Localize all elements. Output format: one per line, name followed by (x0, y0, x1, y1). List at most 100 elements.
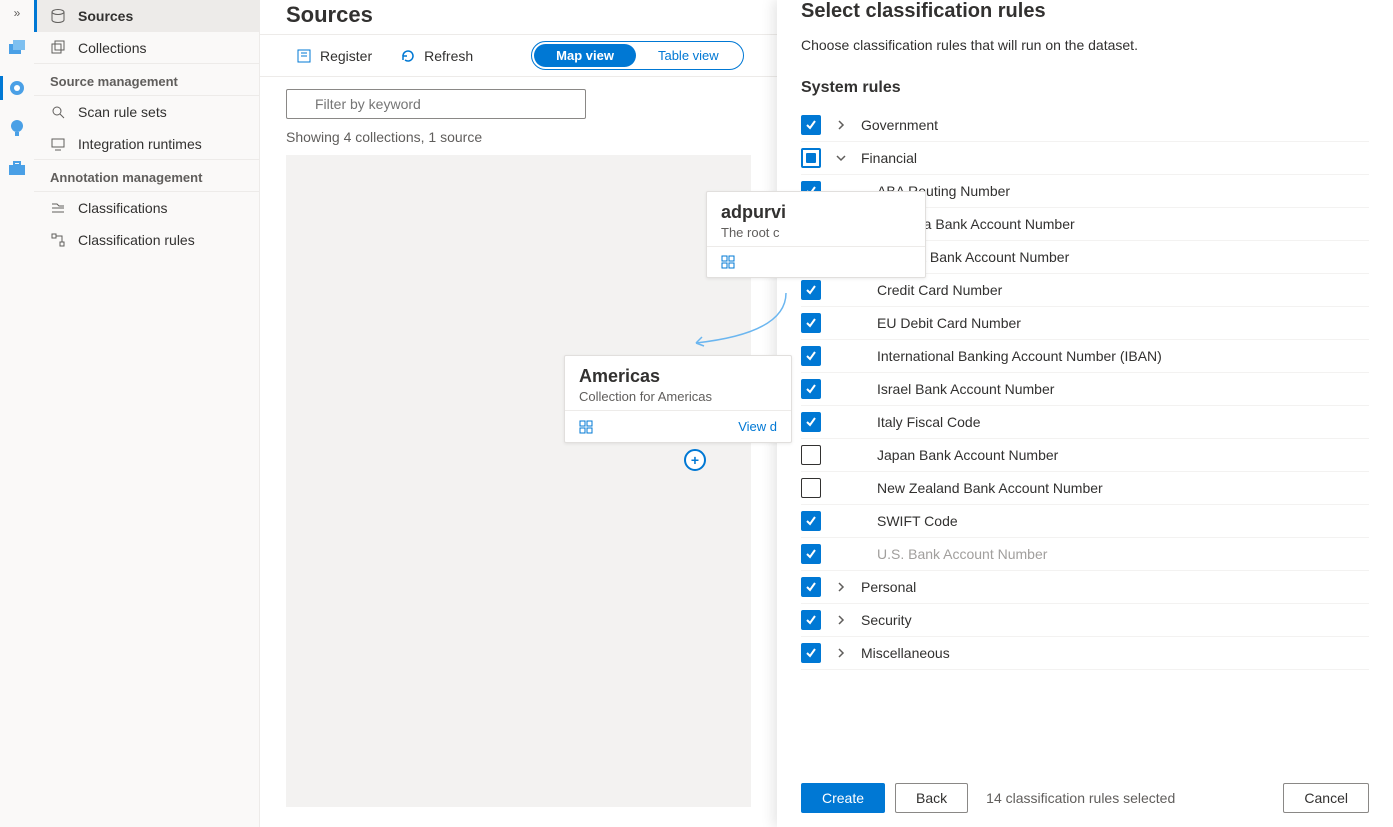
icon-rail: » (0, 0, 34, 827)
card-title: Americas (579, 366, 777, 387)
rule-group-label: Government (861, 117, 938, 133)
toolbar: Register Refresh Map view Table view (260, 34, 777, 77)
checkbox[interactable] (801, 610, 821, 630)
chevron-right-icon[interactable] (829, 119, 853, 131)
rule-group-label: Personal (861, 579, 916, 595)
checkbox[interactable] (801, 511, 821, 531)
sidebar-item-label: Classification rules (78, 232, 195, 248)
rule-row[interactable]: Italy Fiscal Code (801, 406, 1369, 439)
register-label: Register (320, 48, 372, 64)
view-details-link[interactable]: View d (738, 419, 777, 434)
card-subtitle: Collection for Americas (579, 389, 777, 404)
filter-input[interactable] (286, 89, 586, 119)
checkbox[interactable] (801, 478, 821, 498)
rule-row[interactable]: New Zealand Bank Account Number (801, 472, 1369, 505)
map-canvas[interactable]: adpurvi The root c Americas Collection f… (286, 155, 751, 807)
system-rules-heading: System rules (801, 79, 1369, 97)
classifications-icon (50, 200, 66, 216)
add-button[interactable]: + (684, 449, 706, 471)
rule-row[interactable]: Japan Bank Account Number (801, 439, 1369, 472)
checkbox[interactable] (801, 148, 821, 168)
collection-card-americas[interactable]: Americas Collection for Americas View d (564, 355, 792, 443)
sidebar-section-source-mgmt: Source management (34, 63, 259, 96)
rule-label: New Zealand Bank Account Number (877, 480, 1103, 496)
sidebar-section-annotation-mgmt: Annotation management (34, 159, 259, 192)
sidebar-item-classification-rules[interactable]: Classification rules (34, 224, 259, 256)
rule-row[interactable]: Credit Card Number (801, 274, 1369, 307)
chevron-right-icon[interactable] (829, 581, 853, 593)
rule-label: Italy Fiscal Code (877, 414, 980, 430)
rule-label: Credit Card Number (877, 282, 1002, 298)
refresh-icon (400, 48, 416, 64)
refresh-label: Refresh (424, 48, 473, 64)
sidebar-item-label: Collections (78, 40, 146, 56)
card-title: adpurvi (721, 202, 911, 223)
rule-label: Japan Bank Account Number (877, 447, 1058, 463)
table-view-tab[interactable]: Table view (636, 44, 741, 67)
map-view-tab[interactable]: Map view (534, 44, 636, 67)
panel-title: Select classification rules (801, 0, 1369, 23)
sidebar-item-collections[interactable]: Collections (34, 32, 259, 64)
checkbox[interactable] (801, 544, 821, 564)
panel-footer: Create Back 14 classification rules sele… (777, 769, 1393, 827)
rule-label: Israel Bank Account Number (877, 381, 1054, 397)
rule-group-label: Security (861, 612, 912, 628)
back-button[interactable]: Back (895, 783, 968, 813)
rule-group-row[interactable]: Personal (801, 571, 1369, 604)
rule-label: U.S. Bank Account Number (877, 546, 1047, 562)
rule-label: International Banking Account Number (IB… (877, 348, 1162, 364)
sidebar-item-classifications[interactable]: Classifications (34, 192, 259, 224)
classification-panel: Select classification rules Choose class… (777, 0, 1393, 827)
checkbox[interactable] (801, 577, 821, 597)
chevron-right-icon[interactable] (829, 614, 853, 626)
rail-insight-icon[interactable] (5, 116, 29, 140)
rule-row[interactable]: EU Debit Card Number (801, 307, 1369, 340)
rule-group-row[interactable]: Financial (801, 142, 1369, 175)
sidebar-item-label: Sources (78, 8, 133, 24)
sidebar-item-label: Classifications (78, 200, 167, 216)
rule-label: SWIFT Code (877, 513, 958, 529)
rules-icon (50, 232, 66, 248)
scan-icon (50, 104, 66, 120)
sidebar-item-scan-rule-sets[interactable]: Scan rule sets (34, 96, 259, 128)
register-button[interactable]: Register (286, 42, 382, 70)
database-icon (50, 8, 66, 24)
checkbox[interactable] (801, 643, 821, 663)
rule-group-row[interactable]: Security (801, 604, 1369, 637)
rule-label: EU Debit Card Number (877, 315, 1021, 331)
expand-icon[interactable]: » (14, 6, 21, 20)
rule-group-row[interactable]: Miscellaneous (801, 637, 1369, 670)
collection-card-root[interactable]: adpurvi The root c (706, 191, 926, 278)
panel-description: Choose classification rules that will ru… (801, 37, 1369, 53)
chevron-right-icon[interactable] (829, 647, 853, 659)
checkbox[interactable] (801, 115, 821, 135)
runtime-icon (50, 136, 66, 152)
grid-icon (721, 255, 735, 269)
rail-toolbox-icon[interactable] (5, 156, 29, 180)
rule-row[interactable]: Israel Bank Account Number (801, 373, 1369, 406)
rail-data-icon[interactable] (5, 36, 29, 60)
cancel-button[interactable]: Cancel (1283, 783, 1369, 813)
grid-icon (579, 420, 593, 434)
chevron-down-icon[interactable] (829, 152, 853, 164)
refresh-button[interactable]: Refresh (390, 42, 483, 70)
checkbox[interactable] (801, 379, 821, 399)
rule-row[interactable]: SWIFT Code (801, 505, 1369, 538)
showing-count: Showing 4 collections, 1 source (260, 125, 777, 155)
rule-group-label: Miscellaneous (861, 645, 950, 661)
create-button[interactable]: Create (801, 783, 885, 813)
sidebar-item-integration-runtimes[interactable]: Integration runtimes (34, 128, 259, 160)
selected-count: 14 classification rules selected (986, 790, 1175, 806)
rule-group-row[interactable]: Government (801, 109, 1369, 142)
card-subtitle: The root c (721, 225, 911, 240)
checkbox[interactable] (801, 445, 821, 465)
sidebar-item-label: Integration runtimes (78, 136, 202, 152)
checkbox[interactable] (801, 412, 821, 432)
main-content: Sources Register Refresh Map view Table … (260, 0, 777, 827)
rule-row[interactable]: U.S. Bank Account Number (801, 538, 1369, 571)
rule-row[interactable]: International Banking Account Number (IB… (801, 340, 1369, 373)
sidebar: Sources Collections Source management Sc… (34, 0, 260, 827)
register-icon (296, 48, 312, 64)
rail-map-icon[interactable] (5, 76, 29, 100)
sidebar-item-sources[interactable]: Sources (34, 0, 259, 32)
